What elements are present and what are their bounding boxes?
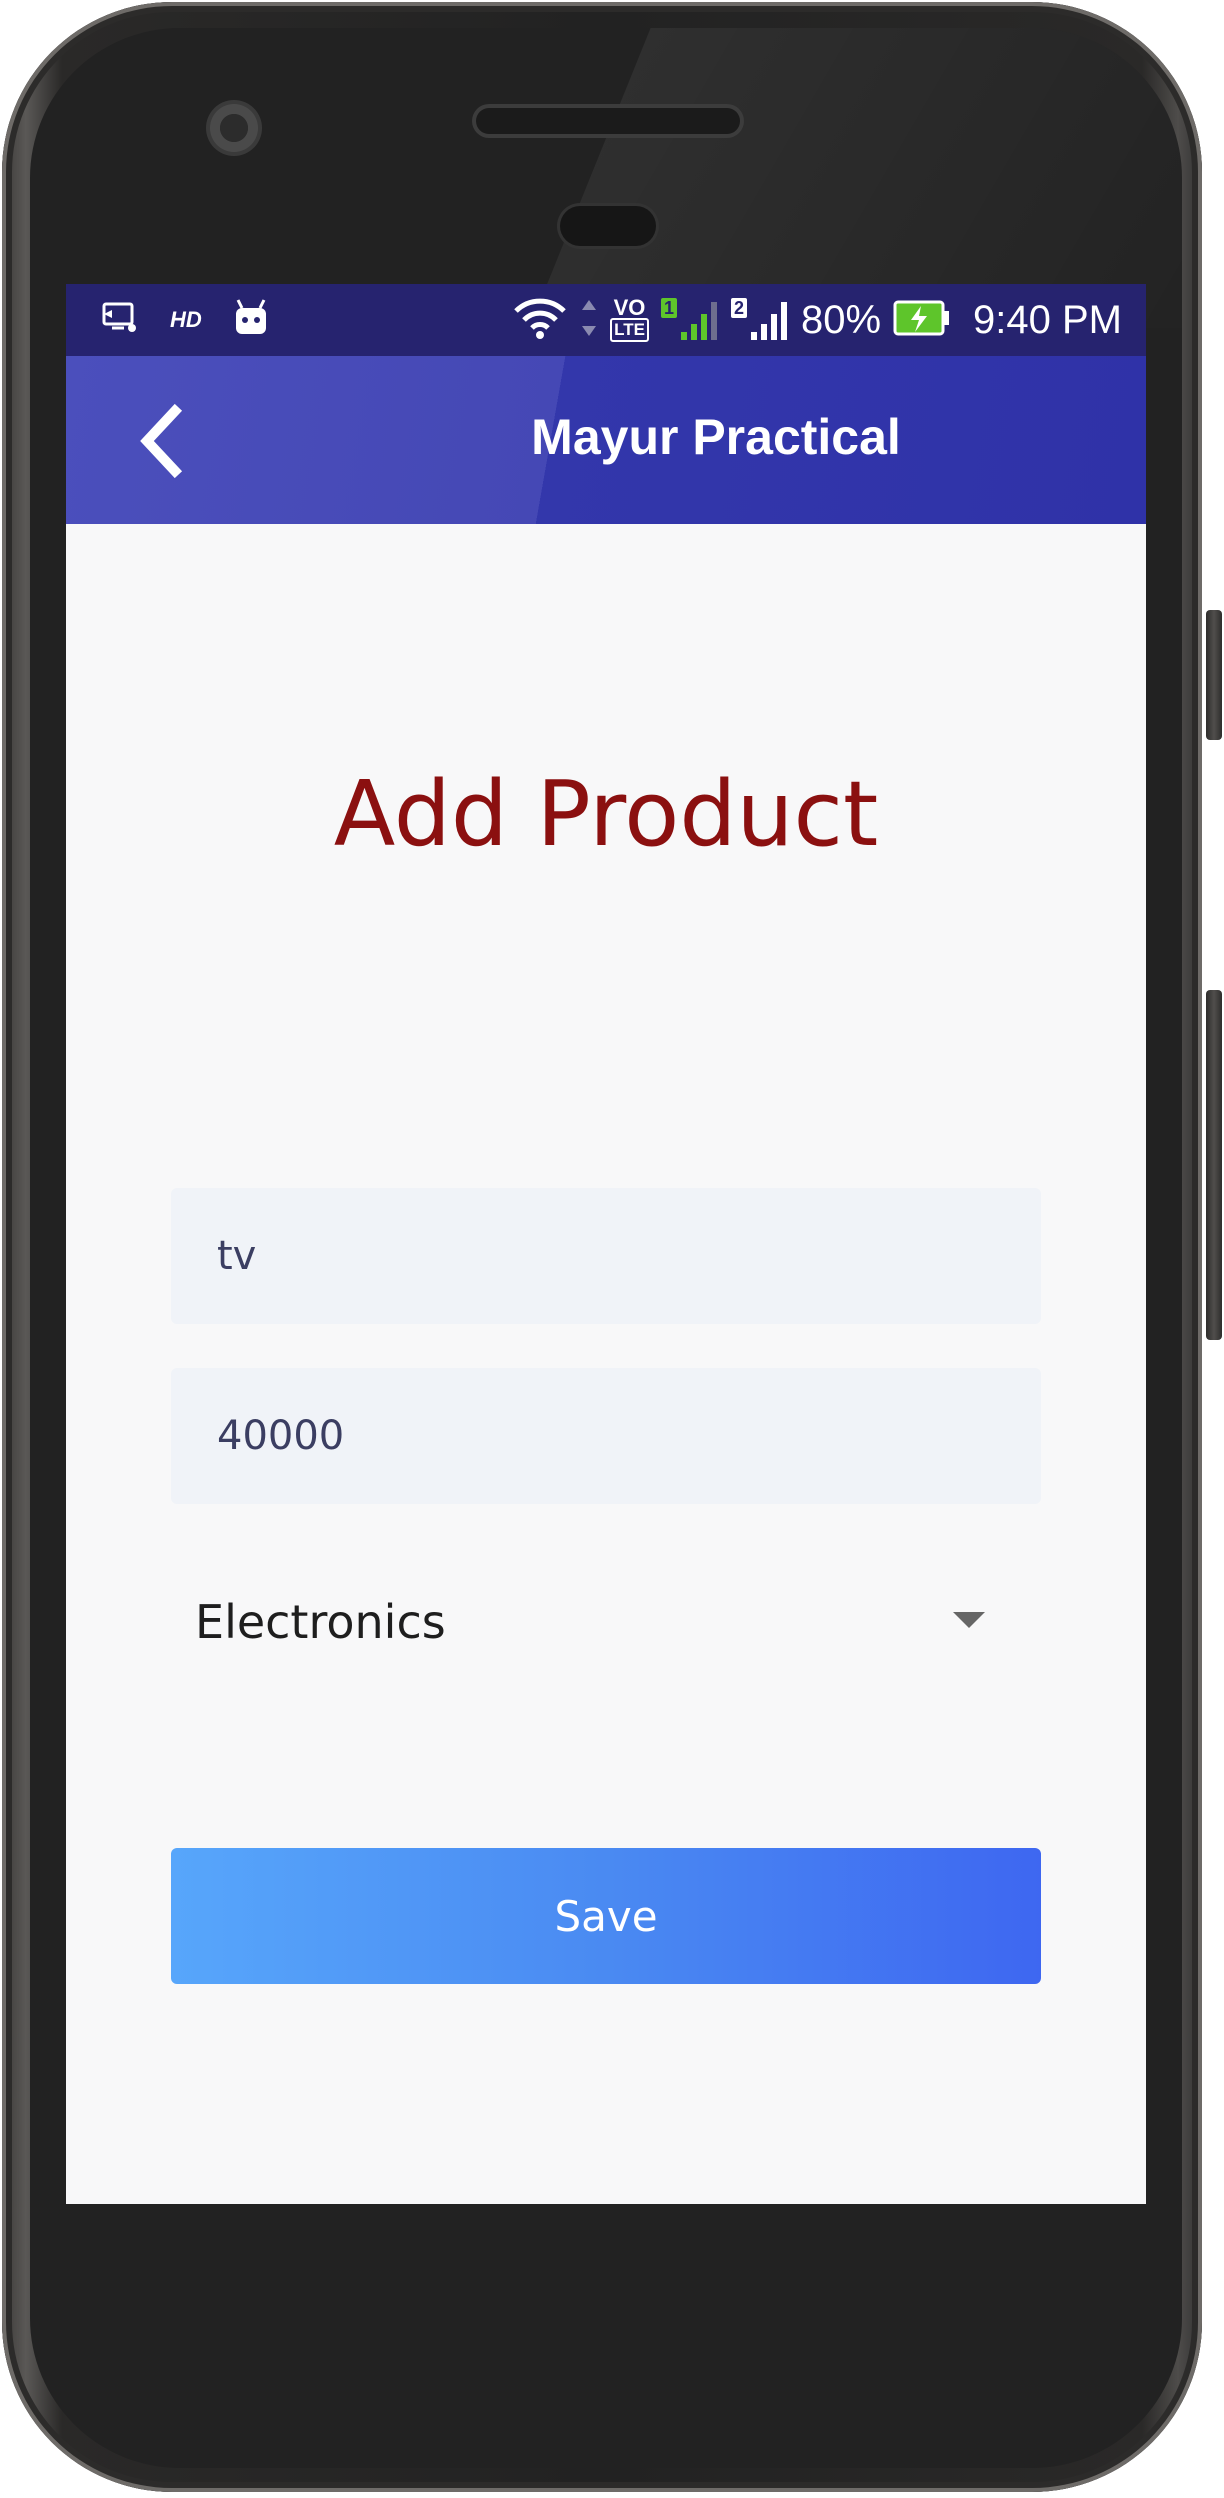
product-name-value: tv: [217, 1233, 257, 1279]
battery-charging-icon: [893, 298, 951, 343]
sim1-signal: 1: [660, 298, 719, 342]
product-name-field[interactable]: tv: [171, 1188, 1041, 1324]
sim1-number: 1: [660, 298, 677, 318]
signal-icon: [680, 302, 717, 340]
toolbar-title: Mayur Practical: [531, 409, 901, 465]
hd-label: HD: [170, 307, 202, 332]
page-title: Add Product: [333, 762, 879, 867]
sim2-signal: 2: [730, 298, 789, 342]
volte-icon: VO LTE: [610, 297, 649, 342]
wifi-icon: [512, 295, 568, 346]
earpiece-speaker: [476, 108, 740, 134]
proximity-sensor: [560, 206, 656, 246]
power-button: [1206, 610, 1222, 740]
volume-button: [1206, 990, 1222, 1340]
clock: 9:40 PM: [973, 297, 1122, 342]
save-button[interactable]: Save: [171, 1848, 1041, 1984]
app-toolbar: Mayur Practical: [66, 356, 1146, 524]
front-camera: [206, 100, 262, 156]
phone-device: HD VO LTE 1 2 80% 9:40 PM Mayur Practica…: [0, 0, 1224, 2498]
cast-icon: [100, 300, 140, 341]
app-screen: HD VO LTE 1 2 80% 9:40 PM Mayur Practica…: [66, 284, 1146, 2204]
dropdown-arrow-icon: [953, 1612, 985, 1628]
category-dropdown[interactable]: Electronics: [171, 1562, 1041, 1682]
save-button-label: Save: [554, 1891, 658, 1941]
signal-icon: [750, 302, 787, 340]
data-arrows-icon: [580, 298, 598, 343]
product-price-field[interactable]: 40000: [171, 1368, 1041, 1504]
battery-percent: 80%: [800, 297, 882, 342]
android-icon: [232, 298, 270, 343]
sim2-number: 2: [730, 298, 747, 318]
category-selected: Electronics: [195, 1595, 446, 1649]
product-price-value: 40000: [217, 1413, 345, 1459]
status-bar: HD VO LTE 1 2 80% 9:40 PM: [66, 284, 1146, 356]
